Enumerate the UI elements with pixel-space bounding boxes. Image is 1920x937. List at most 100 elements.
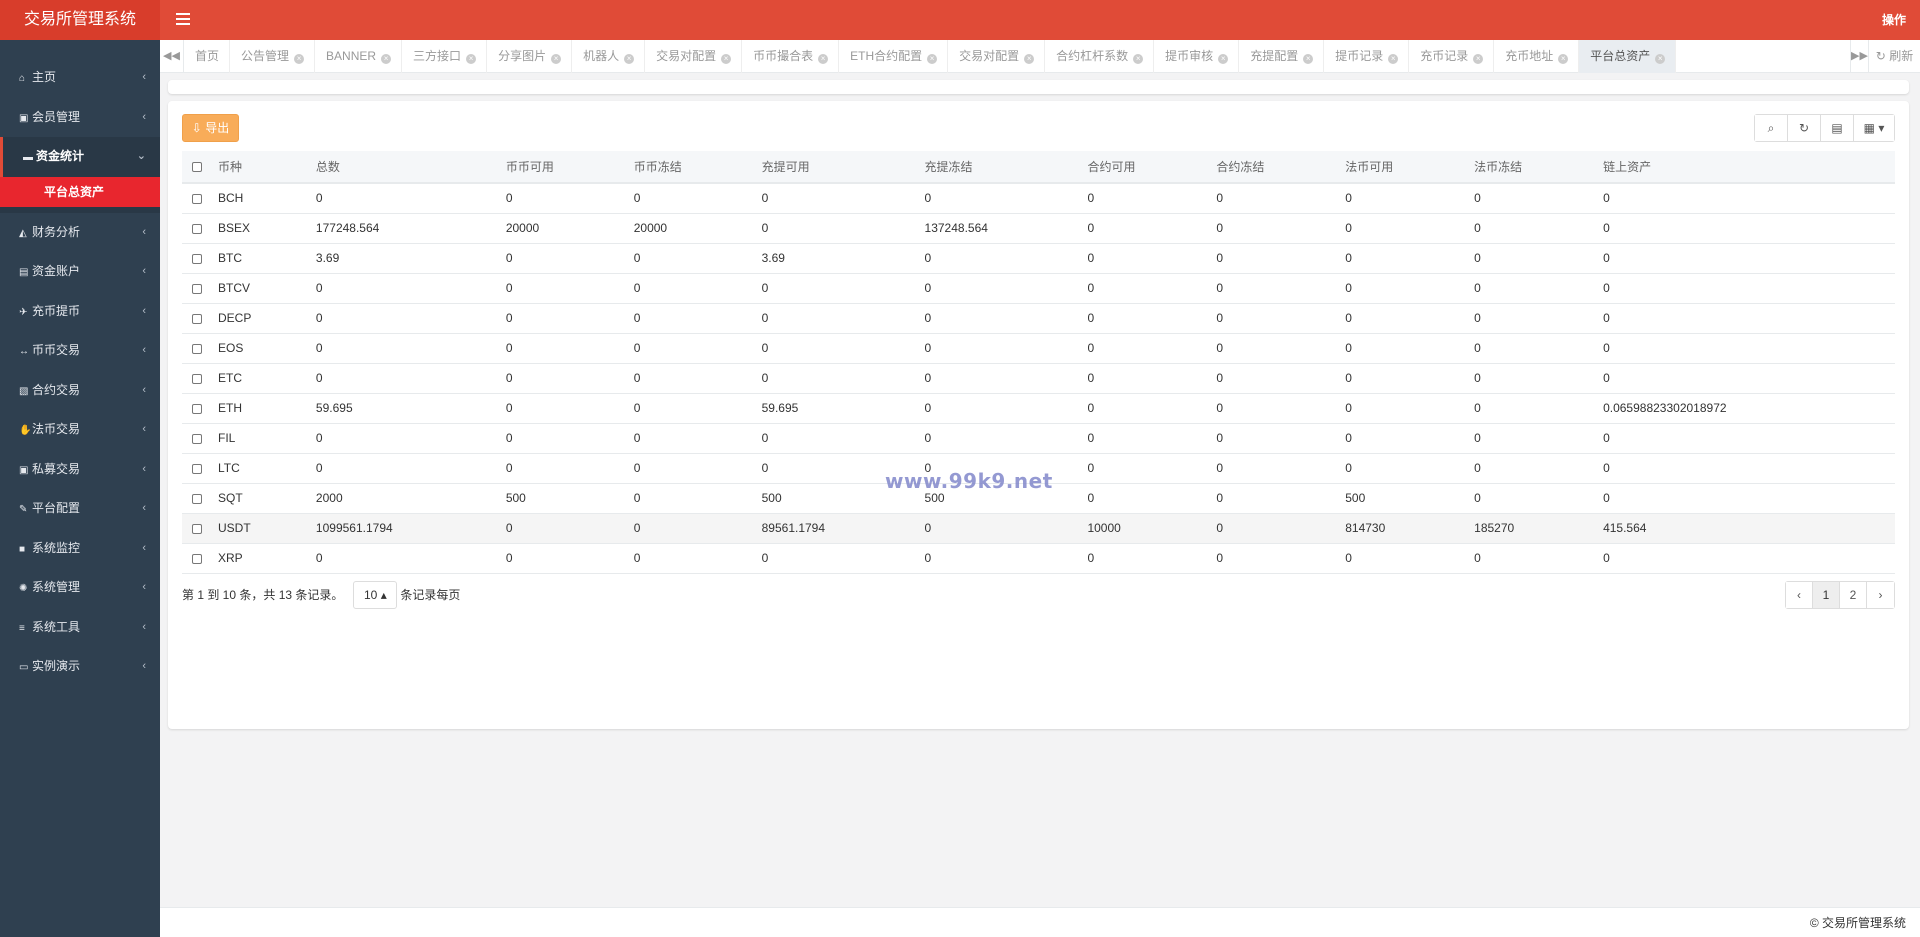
tab-13[interactable]: 提币记录 × — [1324, 40, 1410, 73]
row-checkbox[interactable] — [192, 493, 202, 504]
grid-icon: ▦ — [1863, 121, 1875, 135]
table-row[interactable]: XRP 0 0 0 0 0 0 0 0 0 0 — [182, 543, 1895, 574]
row-checkbox[interactable] — [192, 223, 202, 234]
table-row[interactable]: BSEX 177248.564 20000 20000 0 137248.564 0 0 0 0 0 — [182, 213, 1895, 244]
close-icon[interactable]: × — [1473, 54, 1484, 64]
tabs-scroll-right-icon[interactable]: ▶▶ — [1850, 40, 1868, 73]
table-row[interactable]: BTCV 0 0 0 0 0 0 0 0 0 0 — [182, 273, 1895, 304]
sidebar-item-13[interactable]: ≡ 系统工具 ‹ — [0, 608, 160, 648]
action-button[interactable]: 操作 — [1882, 0, 1906, 40]
table-row[interactable]: DECP 0 0 0 0 0 0 0 0 0 0 — [182, 303, 1895, 334]
close-icon[interactable]: × — [381, 54, 392, 64]
sidebar-item-12[interactable]: ✺ 系统管理 ‹ — [0, 568, 160, 608]
row-checkbox[interactable] — [192, 283, 202, 294]
sidebar-item-3[interactable]: ◭ 财务分析 ‹ — [0, 213, 160, 253]
caret-down-icon: ▾ — [1878, 121, 1885, 135]
row-checkbox[interactable] — [192, 343, 202, 354]
sidebar-item-10[interactable]: ✎ 平台配置 ‹ — [0, 489, 160, 529]
close-icon[interactable]: × — [551, 54, 562, 64]
page-size-select[interactable]: 10 ▴ — [353, 581, 398, 609]
tab-12[interactable]: 充提配置 × — [1239, 40, 1325, 73]
tab-16[interactable]: 平台总资产 × — [1579, 40, 1677, 73]
tab-3[interactable]: 三方接口 × — [402, 40, 488, 73]
table-row[interactable]: ETC 0 0 0 0 0 0 0 0 0 0 — [182, 363, 1895, 394]
close-icon[interactable]: × — [1655, 54, 1666, 64]
sidebar-item-1[interactable]: ▣ 会员管理 ‹ — [0, 98, 160, 138]
value-cell: 0 — [1079, 273, 1209, 304]
page-button[interactable]: 1 — [1813, 582, 1840, 608]
tab-0[interactable]: 首页 — [184, 40, 231, 73]
select-all-checkbox[interactable] — [192, 162, 202, 173]
sidebar-item-11[interactable]: ■ 系统监控 ‹ — [0, 529, 160, 569]
sidebar-item-0[interactable]: ⌂ 主页 ‹ — [0, 58, 160, 98]
tab-8[interactable]: ETH合约配置 × — [839, 40, 949, 73]
row-checkbox[interactable] — [192, 463, 202, 474]
sidebar-item-9[interactable]: ▣ 私募交易 ‹ — [0, 450, 160, 490]
close-icon[interactable]: × — [1303, 54, 1314, 64]
tab-10[interactable]: 合约杠杆系数 × — [1045, 40, 1155, 73]
tab-5[interactable]: 机器人 × — [572, 40, 646, 73]
close-icon[interactable]: × — [1558, 54, 1569, 64]
row-checkbox[interactable] — [192, 194, 202, 205]
tab-11[interactable]: 提币审核 × — [1154, 40, 1240, 73]
close-icon[interactable]: × — [927, 54, 938, 64]
search-toggle-button[interactable]: ⌕ — [1755, 115, 1788, 141]
close-icon[interactable]: × — [1218, 54, 1229, 64]
row-checkbox[interactable] — [192, 553, 202, 564]
tabs-refresh-button[interactable]: ↻ 刷新 — [1868, 40, 1920, 73]
value-cell: 0 — [625, 513, 754, 544]
row-checkbox[interactable] — [192, 433, 202, 444]
value-cell: 0 — [1337, 333, 1467, 364]
next-page-button[interactable]: › — [1867, 582, 1894, 608]
table-row[interactable]: BTC 3.69 0 0 3.69 0 0 0 0 0 0 — [182, 243, 1895, 274]
sidebar: ⌂ 主页 ‹ ▣ 会员管理 ‹ ▬ 资金统计 ⌄ 平台总资产 ◭ 财务分析 ‹ ▤ 资金账户 ‹ ✈ 充币提币 ‹ ↔… — [0, 40, 160, 937]
close-icon[interactable]: × — [294, 54, 305, 64]
tabs-scroll-left-icon[interactable]: ◀◀ — [160, 40, 184, 73]
row-checkbox[interactable] — [192, 313, 202, 324]
tab-6[interactable]: 交易对配置 × — [645, 40, 743, 73]
tab-7[interactable]: 币币撮合表 × — [742, 40, 840, 73]
toggle-view-button[interactable]: ▤ — [1821, 115, 1854, 141]
row-checkbox[interactable] — [192, 253, 202, 264]
table-row[interactable]: USDT 1099561.1794 0 0 89561.1794 0 10000 0 81473… — [182, 513, 1895, 544]
columns-dropdown-button[interactable]: ▦ ▾ — [1854, 115, 1894, 141]
page-button[interactable]: 2 — [1840, 582, 1867, 608]
sidebar-item-8[interactable]: ✋法币交易 ‹ — [0, 410, 160, 450]
sidebar-item-7[interactable]: ▧ 合约交易 ‹ — [0, 371, 160, 411]
export-button[interactable]: ⇩ 导出 — [182, 114, 239, 142]
row-checkbox[interactable] — [192, 373, 202, 384]
table-row[interactable]: EOS 0 0 0 0 0 0 0 0 0 0 — [182, 333, 1895, 364]
tab-15[interactable]: 充币地址 × — [1494, 40, 1580, 73]
close-icon[interactable]: × — [818, 54, 829, 64]
prev-page-button[interactable]: ‹ — [1786, 582, 1813, 608]
table-row[interactable]: ETH 59.695 0 0 59.695 0 0 0 0 0 0.0659882330201897… — [182, 393, 1895, 424]
table-row[interactable]: FIL 0 0 0 0 0 0 0 0 0 0 — [182, 423, 1895, 454]
close-icon[interactable]: × — [1024, 54, 1035, 64]
sidebar-item-14[interactable]: ▭ 实例演示 ‹ — [0, 647, 160, 687]
tab-4[interactable]: 分享图片 × — [487, 40, 573, 73]
sidebar-item-4[interactable]: ▤ 资金账户 ‹ — [0, 252, 160, 292]
refresh-table-button[interactable]: ↻ — [1788, 115, 1821, 141]
row-checkbox[interactable] — [192, 523, 202, 534]
sidebar-item-5[interactable]: ✈ 充币提币 ‹ — [0, 292, 160, 332]
tab-1[interactable]: 公告管理 × — [230, 40, 316, 73]
tab-14[interactable]: 充币记录 × — [1409, 40, 1495, 73]
table-row[interactable]: BCH 0 0 0 0 0 0 0 0 0 0 — [182, 183, 1895, 214]
row-checkbox[interactable] — [192, 403, 202, 414]
close-icon[interactable]: × — [721, 54, 732, 64]
close-icon[interactable]: × — [1388, 54, 1399, 64]
address-card-icon: ▣ — [19, 464, 29, 476]
value-cell: 0 — [1079, 393, 1209, 424]
close-icon[interactable]: × — [466, 54, 477, 64]
per-page-label: 条记录每页 — [400, 588, 461, 602]
value-cell: 0 — [497, 453, 626, 484]
tab-9[interactable]: 交易对配置 × — [948, 40, 1046, 73]
menu-toggle-icon[interactable] — [176, 13, 190, 27]
tab-2[interactable]: BANNER × — [315, 40, 403, 73]
footer: © 交易所管理系统 — [160, 907, 1920, 937]
sidebar-subitem-0[interactable]: 平台总资产 — [0, 176, 160, 207]
sidebar-item-6[interactable]: ↔ 币币交易 ‹ — [0, 331, 160, 371]
close-icon[interactable]: × — [1133, 54, 1144, 64]
sidebar-item-2[interactable]: ▬ 资金统计 ⌄ — [0, 137, 160, 177]
close-icon[interactable]: × — [624, 54, 635, 64]
